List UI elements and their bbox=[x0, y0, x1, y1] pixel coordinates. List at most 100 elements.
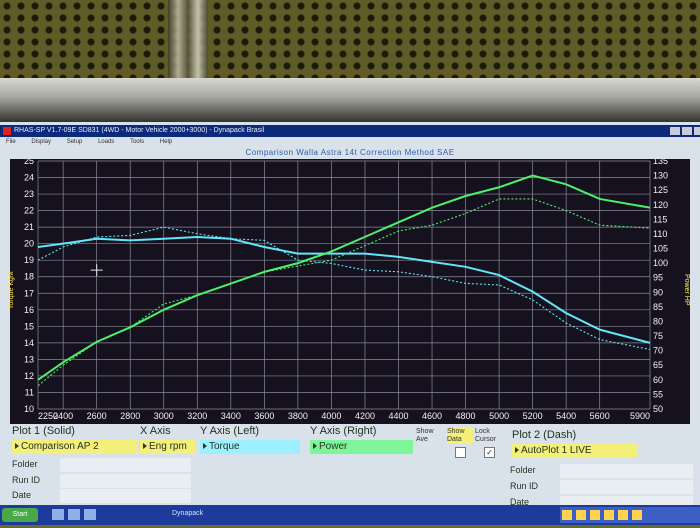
yleft-header: Y Axis (Left) bbox=[200, 425, 260, 437]
dropdown-arrow-icon bbox=[313, 443, 317, 449]
y-right-tick-label: 50 bbox=[653, 404, 663, 414]
plot2-select[interactable]: AutoPlot 1 LIVE bbox=[512, 444, 637, 458]
x-tick-label: 3600 bbox=[254, 411, 274, 421]
menu-help[interactable]: Help bbox=[160, 139, 172, 145]
tray-icon[interactable] bbox=[590, 510, 600, 520]
window-buttons bbox=[668, 127, 700, 137]
control-panel: Plot 1 (Solid) Comparison AP 2 X Axis En… bbox=[0, 425, 700, 511]
lock-cursor-checkbox[interactable]: ✓ bbox=[484, 447, 495, 458]
runid-field bbox=[60, 474, 191, 488]
series-line-2 bbox=[37, 174, 651, 381]
date-label: Date bbox=[12, 490, 32, 500]
y-left-tick-label: 18 bbox=[24, 272, 34, 282]
xaxis-header: X Axis bbox=[140, 425, 171, 437]
plot-panel[interactable]: 10 11 12 13 14 15 16 17 18 19 20 21 22 23 24 25 50 55 60 65… bbox=[8, 159, 690, 424]
y-right-axis-label: Power HP bbox=[683, 274, 690, 306]
menu-file[interactable]: File bbox=[6, 139, 16, 145]
y-right-tick-label: 75 bbox=[653, 331, 663, 341]
quicklaunch-icon[interactable] bbox=[68, 509, 80, 520]
y-right-tick-label: 100 bbox=[653, 258, 668, 268]
x-tick-label: 3400 bbox=[221, 411, 241, 421]
start-button[interactable]: Start bbox=[2, 508, 38, 522]
x-tick-label: 2400 bbox=[53, 411, 73, 421]
taskbar: Start Dynapack bbox=[0, 505, 700, 525]
y-right-tick-label: 120 bbox=[653, 200, 668, 210]
runid2-label: Run ID bbox=[510, 481, 539, 491]
yright-select[interactable]: Power bbox=[310, 440, 413, 454]
x-tick-label: 5600 bbox=[590, 411, 610, 421]
y-right-tick-label: 85 bbox=[653, 302, 663, 312]
monitor-screen: RHAS-SP V1.7-09E SD831 (4WD - Motor Vehi… bbox=[0, 122, 700, 525]
xaxis-value: Eng rpm bbox=[149, 441, 187, 452]
x-tick-label: 3800 bbox=[288, 411, 308, 421]
yleft-value: Torque bbox=[209, 441, 240, 452]
menu-loads[interactable]: Loads bbox=[98, 139, 114, 145]
y-right-tick-label: 70 bbox=[653, 346, 663, 356]
show-data-label: Show Data bbox=[447, 428, 473, 444]
show-ave-label: Show Ave bbox=[416, 428, 434, 443]
y-left-tick-label: 17 bbox=[24, 288, 34, 298]
yright-header: Y Axis (Right) bbox=[310, 425, 377, 437]
x-tick-label: 4200 bbox=[355, 411, 375, 421]
maximize-button[interactable] bbox=[682, 127, 692, 135]
y-left-tick-label: 22 bbox=[24, 206, 34, 216]
x-tick-label: 4800 bbox=[456, 411, 476, 421]
tray-icon[interactable] bbox=[604, 510, 614, 520]
x-tick-label: 5400 bbox=[556, 411, 576, 421]
y-right-tick-label: 105 bbox=[653, 244, 668, 254]
minimize-button[interactable] bbox=[670, 127, 680, 135]
x-tick-label: 5200 bbox=[523, 411, 543, 421]
quicklaunch-icon[interactable] bbox=[84, 509, 96, 520]
yleft-select[interactable]: Torque bbox=[200, 440, 300, 454]
folder-label: Folder bbox=[12, 459, 38, 469]
tray-icon[interactable] bbox=[576, 510, 586, 520]
y-right-tick-label: 110 bbox=[653, 229, 667, 239]
x-tick-label: 2600 bbox=[87, 411, 107, 421]
tray-icon[interactable] bbox=[562, 510, 572, 520]
lock-cursor-label: Lock Cursor bbox=[475, 428, 497, 443]
y-left-tick-label: 25 bbox=[24, 159, 34, 166]
y-left-tick-label: 24 bbox=[24, 173, 34, 183]
chart-header: Comparison Walla Astra 14t Correction Me… bbox=[245, 148, 455, 157]
dropdown-arrow-icon bbox=[143, 443, 147, 449]
runid-label: Run ID bbox=[12, 475, 41, 485]
tray-icon[interactable] bbox=[618, 510, 628, 520]
menu-tools[interactable]: Tools bbox=[130, 139, 144, 145]
y-right-tick-label: 95 bbox=[653, 273, 663, 283]
taskbar-app-button[interactable]: Dynapack bbox=[172, 510, 203, 517]
folder2-label: Folder bbox=[510, 465, 536, 475]
menu-setup[interactable]: Setup bbox=[67, 139, 83, 145]
y-left-tick-label: 16 bbox=[24, 305, 34, 315]
dropdown-arrow-icon bbox=[15, 443, 19, 449]
y-left-tick-label: 15 bbox=[24, 321, 34, 331]
y-right-tick-label: 65 bbox=[653, 360, 663, 370]
y-left-tick-label: 14 bbox=[24, 338, 34, 348]
app-icon bbox=[3, 127, 11, 135]
x-tick-label: 3200 bbox=[187, 411, 207, 421]
xaxis-select[interactable]: Eng rpm bbox=[140, 440, 195, 454]
x-tick-label: 5900 bbox=[630, 411, 650, 421]
y-right-tick-label: 90 bbox=[653, 287, 663, 297]
y-left-tick-label: 13 bbox=[24, 354, 34, 364]
dyno-chart[interactable]: 10 11 12 13 14 15 16 17 18 19 20 21 22 23 24 25 50 55 60 65… bbox=[10, 159, 690, 424]
plot1-value: Comparison AP 2 bbox=[21, 441, 99, 452]
tray-icon[interactable] bbox=[632, 510, 642, 520]
date-field bbox=[60, 489, 191, 503]
x-tick-label: 4600 bbox=[422, 411, 442, 421]
system-tray bbox=[560, 507, 700, 523]
show-data-checkbox[interactable] bbox=[455, 447, 466, 458]
y-right-tick-label: 55 bbox=[653, 389, 663, 399]
yright-value: Power bbox=[319, 441, 348, 452]
plot1-select[interactable]: Comparison AP 2 bbox=[12, 440, 137, 454]
folder2-field bbox=[560, 464, 693, 478]
y-left-tick-label: 10 bbox=[24, 404, 34, 414]
menu-display[interactable]: Display bbox=[31, 139, 51, 145]
x-tick-label: 5000 bbox=[489, 411, 509, 421]
runid2-field bbox=[560, 480, 693, 494]
glass-object bbox=[168, 0, 208, 80]
y-left-tick-label: 19 bbox=[24, 255, 34, 265]
quicklaunch-icon[interactable] bbox=[52, 509, 64, 520]
y-left-tick-label: 23 bbox=[24, 189, 34, 199]
dropdown-arrow-icon bbox=[515, 447, 519, 453]
close-button[interactable] bbox=[694, 127, 700, 135]
